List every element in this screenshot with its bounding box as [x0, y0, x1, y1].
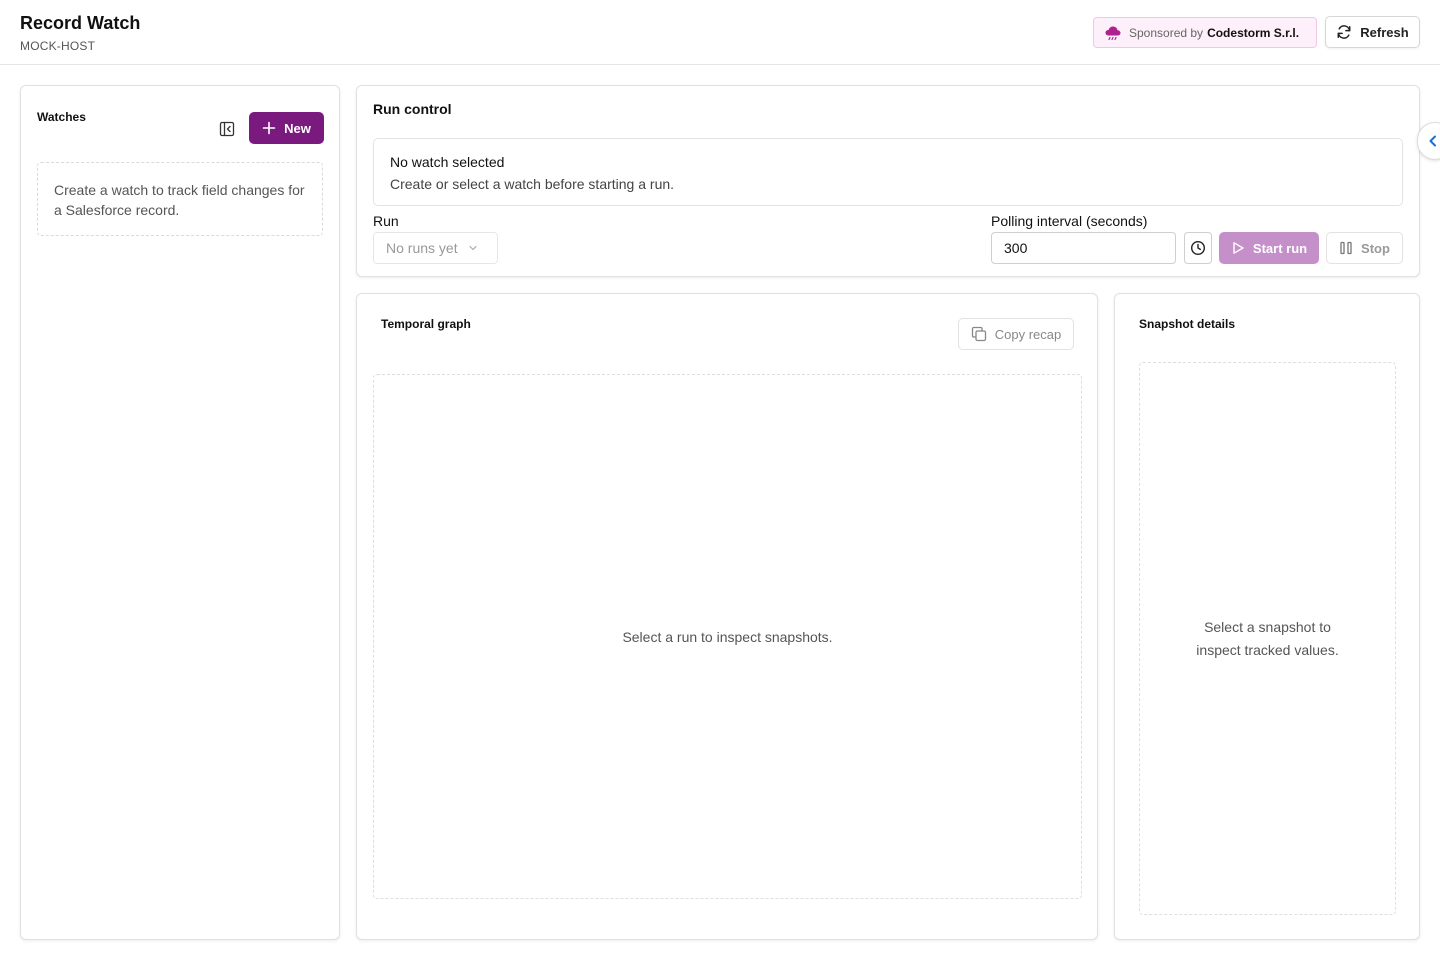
app-header: Record Watch MOCK-HOST Sponsored by Code…: [0, 0, 1440, 65]
chevron-left-icon: [1429, 135, 1436, 147]
copy-recap-button[interactable]: Copy recap: [958, 318, 1074, 350]
app-title: Record Watch: [20, 13, 141, 33]
sponsor-prefix: Sponsored by: [1129, 25, 1204, 40]
snapshot-details-panel: Snapshot details Select a snapshot to in…: [1114, 293, 1420, 940]
copy-recap-label: Copy recap: [994, 326, 1062, 342]
plus-icon: [262, 121, 276, 135]
host-name: MOCK-HOST: [20, 39, 96, 53]
snapshot-details-title: Snapshot details: [1139, 317, 1236, 331]
watches-title: Watches: [37, 110, 86, 124]
new-watch-label: New: [284, 120, 311, 136]
refresh-label: Refresh: [1360, 24, 1409, 40]
sponsor-badge[interactable]: Sponsored by Codestorm S.r.l.: [1093, 17, 1317, 48]
refresh-icon: [1337, 25, 1351, 39]
new-watch-button[interactable]: New: [249, 112, 324, 144]
cloud-logo-icon: [1105, 26, 1121, 40]
watches-panel: Watches New Create a watch to track fiel…: [20, 85, 340, 940]
start-run-label: Start run: [1252, 240, 1308, 256]
temporal-graph-panel: Temporal graph Copy recap Select a run t…: [356, 293, 1098, 940]
start-run-button[interactable]: Start run: [1219, 232, 1319, 264]
run-label: Run: [373, 213, 399, 229]
collapse-panel-icon[interactable]: [219, 121, 235, 137]
snapshot-empty-state: Select a snapshot to inspect tracked val…: [1139, 362, 1396, 915]
polling-interval-label: Polling interval (seconds): [991, 213, 1148, 229]
run-control-panel: Run control No watch selected Create or …: [356, 85, 1420, 277]
schedule-button[interactable]: [1184, 232, 1212, 264]
run-select[interactable]: No runs yet: [373, 232, 498, 264]
graph-empty-state: Select a run to inspect snapshots.: [373, 374, 1082, 899]
run-select-value: No runs yet: [386, 240, 458, 256]
run-control-title: Run control: [373, 101, 452, 117]
play-icon: [1233, 242, 1244, 254]
clock-icon: [1190, 240, 1206, 256]
notice-title: No watch selected: [390, 154, 505, 170]
watches-empty-state: Create a watch to track field changes fo…: [37, 162, 323, 236]
refresh-button[interactable]: Refresh: [1325, 16, 1420, 48]
notice-body: Create or select a watch before starting…: [390, 176, 675, 192]
pause-icon: [1340, 241, 1352, 255]
chevron-down-icon: [468, 245, 477, 251]
stop-label: Stop: [1361, 240, 1390, 256]
copy-icon: [971, 326, 986, 342]
temporal-graph-title: Temporal graph: [381, 317, 471, 331]
side-panel-toggle[interactable]: [1417, 122, 1440, 160]
polling-interval-input[interactable]: 300: [991, 232, 1176, 264]
sponsor-name: Codestorm S.r.l.: [1207, 25, 1300, 40]
no-watch-notice: No watch selected Create or select a wat…: [373, 138, 1403, 206]
stop-button[interactable]: Stop: [1326, 232, 1403, 264]
